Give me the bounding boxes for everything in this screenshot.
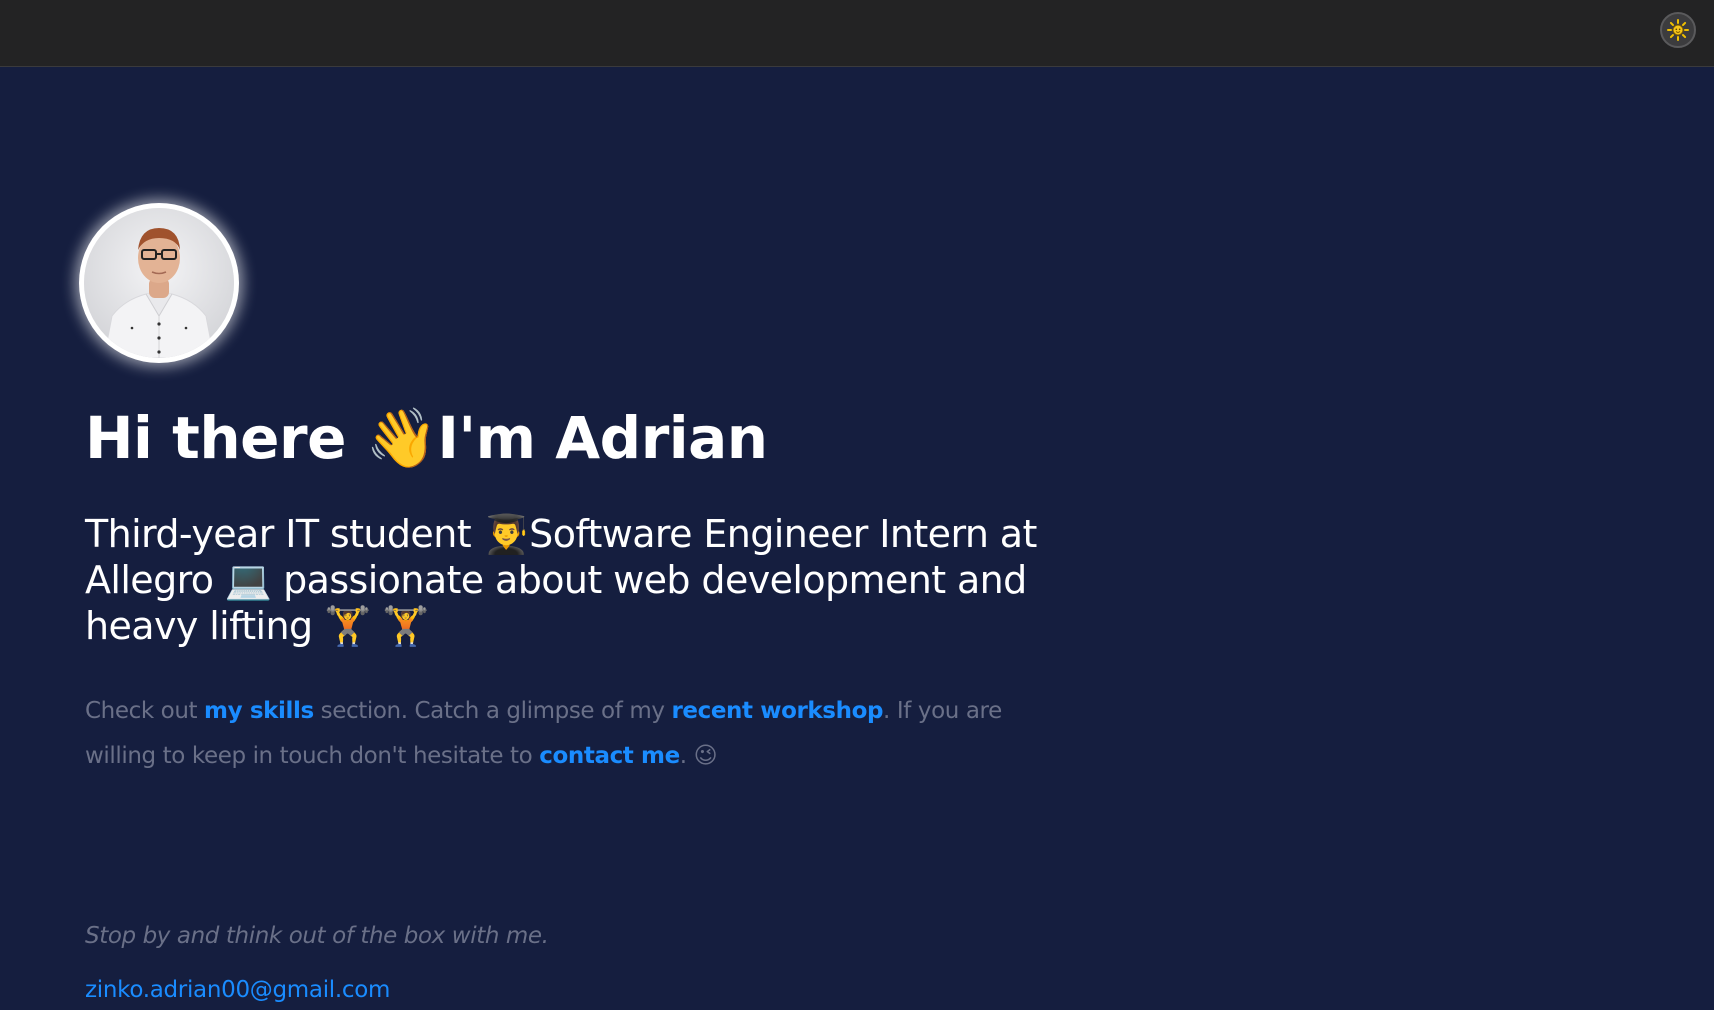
theme-toggle-button[interactable] — [1660, 12, 1696, 48]
hero-greeting: Hi there 👋I'm Adrian — [85, 404, 768, 472]
my-skills-link[interactable]: my skills — [204, 698, 314, 724]
avatar-frame — [79, 203, 239, 363]
intro-text-4: . 😉 — [679, 743, 718, 769]
tagline-quote: Stop by and think out of the box with me… — [85, 923, 549, 949]
contact-me-link[interactable]: contact me — [539, 743, 680, 769]
sun-icon — [1667, 19, 1689, 41]
intro-text-1: Check out — [85, 698, 205, 724]
avatar — [84, 208, 234, 358]
email-link[interactable]: zinko.adrian00@gmail.com — [85, 970, 390, 1010]
intro-paragraph: Check out my skills section. Catch a gli… — [85, 689, 1075, 779]
intro-text-2: section. Catch a glimpse of my — [313, 698, 672, 724]
top-navbar — [0, 0, 1714, 67]
profile-photo — [84, 208, 234, 358]
hero-subtitle: Third-year IT student 👨‍🎓Software Engine… — [85, 512, 1037, 648]
recent-workshop-link[interactable]: recent workshop — [671, 698, 883, 724]
